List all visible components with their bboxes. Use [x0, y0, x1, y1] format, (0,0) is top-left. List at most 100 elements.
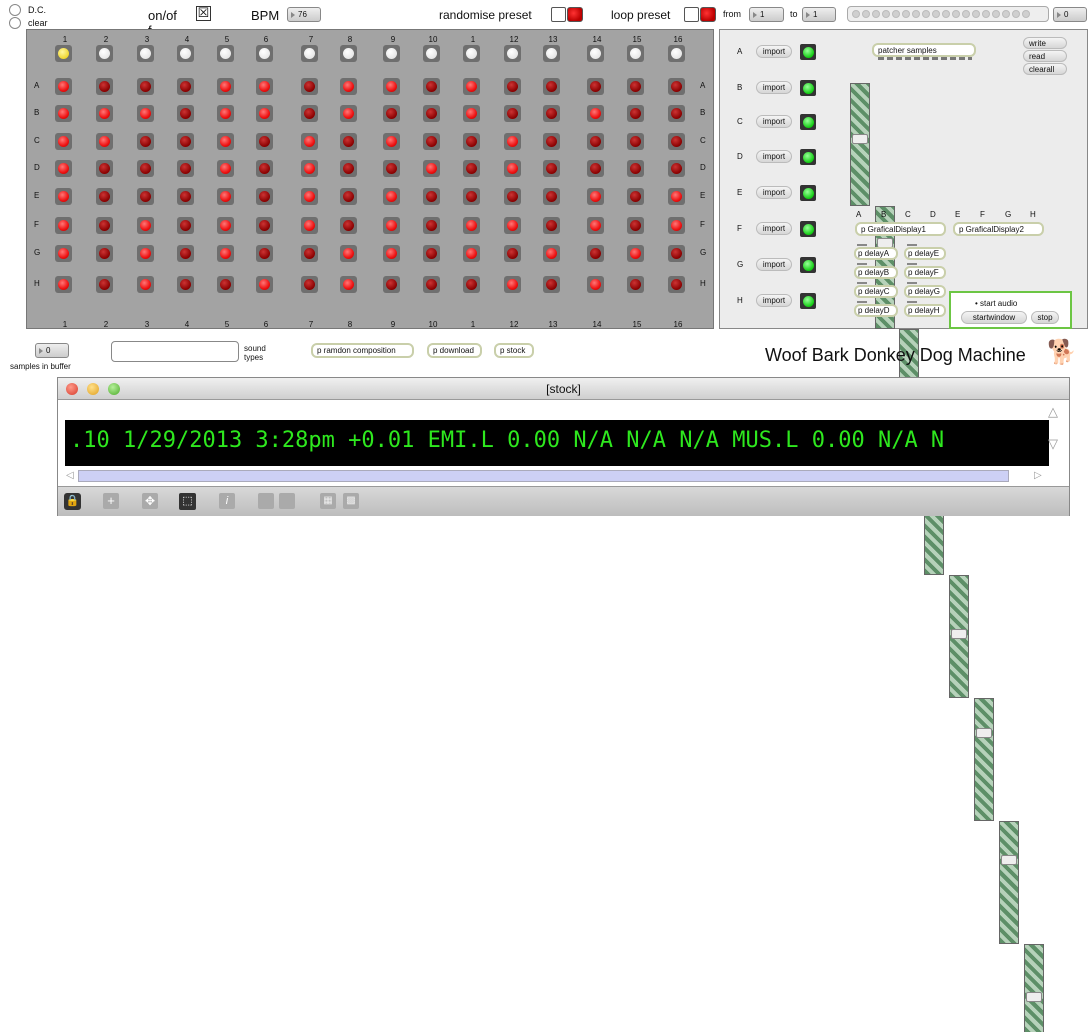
delay-object[interactable]: p delayB [854, 266, 898, 279]
lock-icon[interactable]: 🔒 [64, 493, 81, 510]
stock-toolbar: 🔒 + ✥ ⬚ i ▦ ▩ [58, 486, 1069, 516]
samples-label: samples in buffer [10, 362, 71, 371]
info-icon[interactable]: i [219, 493, 235, 509]
import-button[interactable]: import [756, 258, 792, 271]
startwindow-button[interactable]: startwindow [961, 311, 1027, 324]
slider-label: C [905, 210, 911, 219]
import-status-led[interactable] [800, 44, 816, 60]
stock-ticker: .10 1/29/2013 3:28pm +0.01 EMI.L 0.00 N/… [65, 420, 1049, 466]
grid-icon[interactable]: ▦ [320, 493, 336, 509]
delay-object[interactable]: p delayA [854, 247, 898, 260]
import-button[interactable]: import [756, 186, 792, 199]
slider-knob[interactable] [976, 728, 992, 738]
delay-inlet [857, 263, 867, 265]
add-object-icon[interactable]: + [103, 493, 119, 509]
slider-knob[interactable] [1001, 855, 1017, 865]
slider-knob[interactable] [852, 134, 868, 144]
slider-label: F [980, 210, 985, 219]
status-dot [802, 223, 814, 235]
import-button[interactable]: import [756, 294, 792, 307]
status-dot [802, 259, 814, 271]
import-button[interactable]: import [756, 81, 792, 94]
delay-inlet [857, 244, 867, 246]
delay-object[interactable]: p delayF [904, 266, 946, 279]
audio-control-box: • start audio startwindow stop [949, 291, 1072, 329]
import-button[interactable]: import [756, 222, 792, 235]
volume-slider[interactable] [974, 698, 994, 821]
sound-types-field[interactable] [111, 341, 239, 362]
stop-button[interactable]: stop [1031, 311, 1059, 324]
slider-label: H [1030, 210, 1036, 219]
import-row-label: H [737, 296, 743, 305]
import-button[interactable]: import [756, 150, 792, 163]
import-row-label: G [737, 260, 744, 269]
random-composition-button[interactable]: p ramdon composition [311, 343, 414, 358]
stock-window-title: [stock] [546, 382, 581, 396]
ticker-text: .10 1/29/2013 3:28pm +0.01 EMI.L 0.00 N/… [70, 428, 945, 453]
grafical-display1[interactable]: p GraficalDisplay1 [855, 222, 946, 236]
import-row-label: A [737, 47, 743, 56]
delay-inlet [907, 244, 917, 246]
send-back-icon[interactable] [258, 493, 274, 509]
delay-inlet [857, 282, 867, 284]
delay-object[interactable]: p delayG [904, 285, 946, 298]
scroll-right-icon[interactable]: ▷ [1034, 470, 1042, 481]
import-status-led[interactable] [800, 221, 816, 237]
import-status-led[interactable] [800, 114, 816, 130]
scroll-down-icon[interactable]: ▽ [1048, 436, 1058, 452]
move-icon[interactable]: ✥ [142, 493, 158, 509]
patcher-samples-box[interactable]: patcher samples [872, 43, 976, 57]
delay-object[interactable]: p delayC [854, 285, 898, 298]
presentation-icon[interactable]: ⬚ [179, 493, 196, 510]
import-status-led[interactable] [800, 257, 816, 273]
slider-label: B [881, 210, 887, 219]
stock-titlebar: [stock] [58, 378, 1069, 400]
delay-inlet [907, 263, 917, 265]
dog-logo-icon: 🐕 [1047, 339, 1077, 366]
grafical-display2[interactable]: p GraficalDisplay2 [953, 222, 1044, 236]
status-dot [802, 187, 814, 199]
import-button[interactable]: import [756, 45, 792, 58]
import-button[interactable]: import [756, 115, 792, 128]
status-dot [802, 116, 814, 128]
import-row-label: F [737, 224, 742, 233]
bring-front-icon[interactable] [279, 493, 295, 509]
slider-label: A [856, 210, 862, 219]
import-status-led[interactable] [800, 80, 816, 96]
slider-label: G [1005, 210, 1012, 219]
write-button[interactable]: write [1023, 37, 1067, 49]
delay-object[interactable]: p delayE [904, 247, 946, 260]
slider-label: E [955, 210, 961, 219]
download-button[interactable]: p download [427, 343, 482, 358]
horizontal-scrollbar[interactable] [78, 470, 1009, 482]
import-row-label: C [737, 117, 743, 126]
snap-grid-icon[interactable]: ▩ [343, 493, 359, 509]
slider-knob[interactable] [951, 629, 967, 639]
volume-slider[interactable] [949, 575, 969, 698]
import-status-led[interactable] [800, 293, 816, 309]
delay-object[interactable]: p delayD [854, 304, 898, 317]
read-button[interactable]: read [1023, 50, 1067, 62]
patcher-samples-outlets [878, 57, 972, 60]
status-dot [802, 151, 814, 163]
stock-button[interactable]: p stock [494, 343, 534, 358]
import-status-led[interactable] [800, 149, 816, 165]
scroll-up-icon[interactable]: △ [1048, 404, 1058, 420]
start-audio-label: • start audio [975, 299, 1018, 308]
slider-label: D [930, 210, 936, 219]
import-status-led[interactable] [800, 185, 816, 201]
volume-slider[interactable] [850, 83, 870, 206]
scroll-left-icon[interactable]: ◁ [66, 470, 74, 481]
samples-number[interactable]: 0 [35, 343, 69, 358]
clearall-button[interactable]: clearall [1023, 63, 1067, 75]
import-row-label: E [737, 188, 743, 197]
volume-slider[interactable] [999, 821, 1019, 944]
delay-object[interactable]: p delayH [904, 304, 946, 317]
status-dot [802, 295, 814, 307]
stock-window: [stock] .10 1/29/2013 3:28pm +0.01 EMI.L… [57, 377, 1070, 516]
slider-knob[interactable] [1026, 992, 1042, 1002]
delay-inlet [907, 282, 917, 284]
import-row-label: D [737, 152, 743, 161]
status-dot [802, 46, 814, 58]
volume-slider[interactable] [1024, 944, 1044, 1032]
